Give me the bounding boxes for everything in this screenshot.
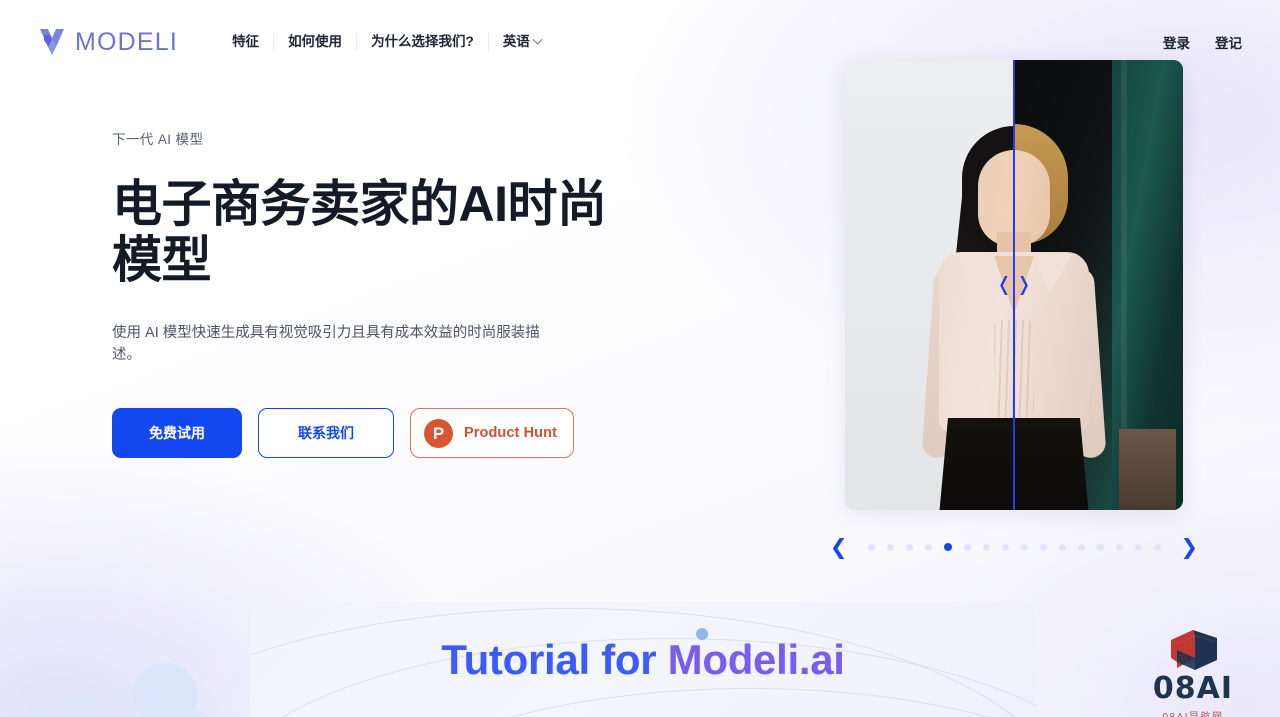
nav-item-label: 为什么选择我们?: [371, 34, 474, 49]
carousel-controls: ❮ ❯: [830, 530, 1198, 564]
carousel-dot[interactable]: [982, 543, 990, 551]
brand-name: MODELI: [75, 27, 179, 56]
carousel-dot[interactable]: [867, 543, 875, 551]
register-link[interactable]: 登记: [1215, 32, 1242, 52]
login-link[interactable]: 登录: [1163, 32, 1190, 52]
handle-right-icon: ❭: [1016, 274, 1032, 296]
contact-us-button[interactable]: 联系我们: [258, 408, 394, 458]
chevron-left-icon[interactable]: ❮: [822, 536, 856, 558]
tutorial-banner[interactable]: Tutorial for Modeli.ai: [250, 602, 1036, 717]
free-trial-button[interactable]: 免费试用: [112, 408, 242, 458]
carousel-dot[interactable]: [1001, 543, 1009, 551]
decor-bar-1: [59, 667, 173, 717]
comparison-slider-handle[interactable]: ❬ ❭: [996, 276, 1032, 295]
tutorial-title-part2: Modeli.ai: [667, 636, 845, 683]
carousel-dot[interactable]: [943, 543, 952, 551]
carousel-dot[interactable]: [924, 543, 932, 551]
watermark-name: 08AI: [1152, 671, 1234, 706]
product-hunt-button[interactable]: P Product Hunt: [410, 408, 575, 458]
tutorial-title: Tutorial for Modeli.ai: [250, 636, 1036, 684]
watermark-subtitle: 08AI导航网: [1162, 708, 1223, 717]
carousel-dot[interactable]: [1096, 543, 1104, 551]
decor-bar-2: [147, 685, 241, 717]
decor-circle: [134, 663, 198, 717]
nav-item-how-to-use[interactable]: 如何使用: [274, 33, 358, 51]
carousel-dots: [862, 543, 1167, 551]
nav-item-label: 如何使用: [288, 34, 343, 49]
carousel-dot[interactable]: [886, 543, 894, 551]
chevron-down-icon: [532, 34, 543, 45]
nav-item-features[interactable]: 特征: [222, 33, 275, 51]
tutorial-title-part1: Tutorial for: [441, 636, 668, 683]
carousel-dot[interactable]: [1020, 543, 1028, 551]
main-navigation: 特征 如何使用 为什么选择我们? 英语: [222, 29, 555, 55]
handle-left-icon: ❬: [996, 274, 1012, 296]
before-after-image[interactable]: ❬ ❭: [845, 60, 1183, 510]
brand-logo[interactable]: MODELI: [38, 27, 178, 57]
site-header: MODELI 特征 如何使用 为什么选择我们? 英语 登录 登记: [0, 0, 1280, 84]
chevron-right-icon[interactable]: ❯: [1173, 536, 1207, 558]
carousel-dot[interactable]: [1134, 543, 1142, 551]
nav-item-language[interactable]: 英语: [489, 33, 555, 51]
nav-item-label: 特征: [232, 34, 260, 49]
hero-subtitle: 使用 AI 模型快速生成具有视觉吸引力且具有成本效益的时尚服装描述。: [112, 325, 540, 363]
cube-logo-icon: [1171, 630, 1217, 670]
hero-carousel: ❬ ❭ ❮ ❯: [830, 60, 1198, 564]
site-watermark: 08AI 08AI导航网: [1118, 628, 1268, 717]
carousel-dot[interactable]: [1153, 543, 1161, 551]
decor-bar-3: [0, 683, 120, 717]
page-title: 电子商务卖家的AI时尚模型: [112, 176, 607, 288]
carousel-dot[interactable]: [905, 543, 913, 551]
carousel-dot[interactable]: [1058, 543, 1066, 551]
hero-eyebrow: 下一代 AI 模型: [112, 132, 204, 147]
header-account-actions: 登录 登记: [1163, 32, 1254, 52]
carousel-dot[interactable]: [1077, 543, 1085, 551]
hero-button-row: 免费试用 联系我们 P Product Hunt: [112, 408, 672, 458]
page-root: MODELI 特征 如何使用 为什么选择我们? 英语 登录 登记 下一代 AI …: [0, 0, 1280, 717]
hero-content: 下一代 AI 模型 电子商务卖家的AI时尚模型 使用 AI 模型快速生成具有视觉…: [112, 128, 672, 458]
product-hunt-label: Product Hunt: [464, 425, 558, 441]
nav-item-label: 英语: [502, 34, 530, 49]
carousel-dot[interactable]: [1115, 543, 1123, 551]
nav-item-why-us[interactable]: 为什么选择我们?: [357, 33, 489, 51]
carousel-dot[interactable]: [1039, 543, 1047, 551]
product-hunt-icon: P: [424, 418, 453, 448]
modeli-logo-icon: [40, 29, 64, 55]
carousel-dot[interactable]: [963, 543, 971, 551]
